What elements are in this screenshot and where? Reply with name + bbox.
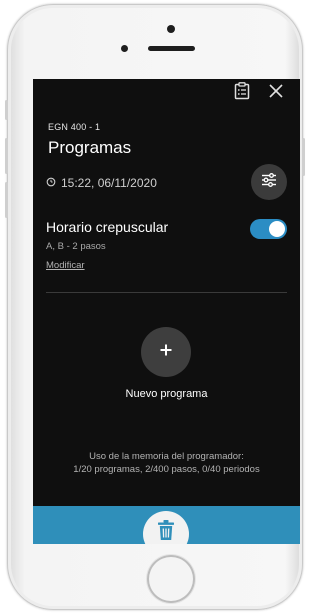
close-icon[interactable]: [266, 81, 286, 101]
top-toolbar: [232, 81, 286, 101]
proximity-sensor: [121, 45, 128, 52]
page-title: Programas: [48, 138, 132, 157]
sliders-icon: [260, 171, 278, 194]
memory-line-1: Uso de la memoria del programador:: [89, 451, 244, 462]
volume-up-button: [5, 138, 8, 174]
memory-line-2: 1/20 programas, 2/400 pasos, 0/40 period…: [73, 464, 260, 475]
home-button[interactable]: [147, 555, 195, 603]
clock-icon: [46, 176, 56, 190]
volume-down-button: [5, 182, 8, 218]
device-name: EGN 400 - 1: [48, 122, 101, 132]
program-detail: A, B - 2 pasos: [46, 241, 106, 252]
front-camera: [167, 25, 175, 33]
toggle-knob: [269, 221, 285, 237]
datetime-label: 15:22, 06/11/2020: [61, 176, 157, 190]
side-button: [5, 100, 8, 120]
settings-button[interactable]: [251, 164, 287, 200]
modify-link[interactable]: Modificar: [46, 260, 85, 271]
app-screen: EGN 400 - 1 Programas 15:22, 06/11/2020 …: [33, 79, 300, 544]
memory-usage: Uso de la memoria del programador: 1/20 …: [33, 450, 300, 476]
divider: [46, 292, 287, 293]
new-program-button[interactable]: [141, 327, 191, 377]
earpiece-speaker: [148, 46, 195, 51]
new-program-label[interactable]: Nuevo programa: [33, 388, 300, 400]
program-toggle[interactable]: [250, 219, 287, 239]
datetime-row: 15:22, 06/11/2020: [46, 176, 157, 190]
power-button: [302, 138, 305, 176]
plus-icon: [158, 342, 174, 363]
program-name[interactable]: Horario crepuscular: [46, 219, 168, 235]
clipboard-list-icon[interactable]: [232, 81, 252, 101]
trash-icon: [156, 519, 176, 544]
